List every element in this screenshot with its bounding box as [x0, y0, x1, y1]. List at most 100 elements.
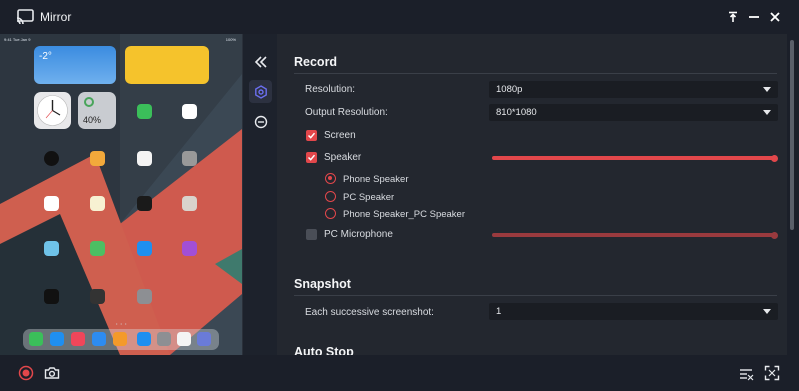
dock-files[interactable] [92, 332, 106, 346]
app-books[interactable] [90, 289, 105, 304]
dock-photos[interactable] [177, 332, 191, 346]
chevron-down-icon [763, 110, 771, 115]
record-button[interactable] [17, 364, 35, 382]
page-indicator: • • • [116, 321, 128, 326]
record-divider [294, 73, 777, 74]
fullscreen-icon [764, 365, 780, 381]
app-reminders[interactable] [44, 196, 59, 211]
app-home[interactable] [90, 151, 105, 166]
chevron-down-icon [763, 87, 771, 92]
pc-microphone-label: PC Microphone [324, 229, 393, 240]
weather-temp: -2° [39, 51, 52, 62]
output-resolution-value: 810*1080 [496, 107, 537, 118]
fullscreen-button[interactable] [763, 364, 781, 382]
radio-both-speakers[interactable] [325, 208, 336, 219]
output-resolution-label: Output Resolution: [305, 107, 388, 118]
dock-books[interactable] [113, 332, 127, 346]
dock-safari[interactable] [50, 332, 64, 346]
window-title: Mirror [40, 10, 72, 24]
screen-checkbox[interactable] [306, 130, 317, 141]
app-tv[interactable] [44, 289, 59, 304]
ios-status-left: 9:41 Tue Jan 9 [4, 37, 31, 42]
minus-button[interactable] [249, 110, 272, 133]
mirror-screen[interactable]: 9:41 Tue Jan 9 100% -2° 40% • • • [0, 34, 242, 355]
resolution-select[interactable]: 1080p [489, 81, 778, 98]
settings-tab[interactable] [249, 80, 272, 103]
radio-both-speakers-label: Phone Speaker_PC Speaker [343, 208, 465, 220]
output-resolution-select[interactable]: 810*1080 [489, 104, 778, 121]
notes-widget[interactable] [125, 46, 209, 84]
settings-panel: Record Resolution: 1080p Output Resoluti… [277, 34, 787, 355]
screen-label: Screen [324, 130, 356, 141]
app-calendar[interactable] [182, 104, 197, 119]
resolution-value: 1080p [496, 84, 523, 95]
dock-settings[interactable] [157, 332, 171, 346]
app-settings[interactable] [137, 289, 152, 304]
ios-status-right: 100% [225, 37, 236, 42]
app-maps[interactable] [44, 241, 59, 256]
settings-icon [254, 84, 267, 99]
dock [23, 329, 219, 350]
app-contacts[interactable] [182, 196, 197, 211]
side-rail [242, 34, 277, 355]
hide-button[interactable] [737, 364, 755, 382]
app-photos[interactable] [137, 151, 152, 166]
successive-screenshot-label: Each successive screenshot: [305, 307, 434, 318]
app-clock[interactable] [44, 151, 59, 166]
resolution-label: Resolution: [305, 84, 356, 95]
app-voice-memos[interactable] [137, 196, 152, 211]
speaker-volume-handle[interactable] [771, 154, 778, 162]
minimize-button[interactable] [746, 9, 761, 24]
cast-icon [16, 9, 34, 25]
successive-screenshot-select[interactable]: 1 [489, 303, 778, 320]
weather-widget[interactable]: -2° [34, 46, 116, 84]
clock-widget[interactable] [34, 92, 71, 129]
minimize-icon [748, 15, 759, 18]
snapshot-divider [294, 295, 777, 296]
microphone-volume-handle[interactable] [771, 231, 778, 239]
camera-icon [44, 367, 60, 379]
record-icon [18, 365, 34, 381]
title-bar: Mirror [0, 0, 799, 34]
app-find-my[interactable] [90, 241, 105, 256]
app-app-store[interactable] [137, 241, 152, 256]
settings-scrollbar[interactable] [790, 40, 794, 230]
radio-phone-speaker-label: Phone Speaker [343, 173, 409, 185]
check-icon [307, 132, 316, 139]
battery-percent: 40% [83, 115, 102, 125]
pin-icon [728, 11, 737, 22]
record-title: Record [294, 55, 338, 69]
pin-button[interactable] [725, 9, 740, 24]
speaker-checkbox[interactable] [306, 152, 317, 163]
chevron-down-icon [763, 309, 771, 314]
dock-app-library[interactable] [197, 332, 211, 346]
battery-widget[interactable]: 40% [78, 92, 116, 129]
dock-music[interactable] [71, 332, 85, 346]
dock-messages[interactable] [29, 332, 43, 346]
auto-stop-title: Auto Stop [294, 345, 354, 355]
battery-ring-icon [84, 97, 94, 107]
snapshot-title: Snapshot [294, 277, 351, 291]
radio-phone-speaker[interactable] [325, 173, 336, 184]
app-camera[interactable] [182, 151, 197, 166]
microphone-volume-slider[interactable] [492, 233, 775, 237]
pc-microphone-checkbox[interactable] [306, 229, 317, 240]
check-icon [307, 154, 316, 161]
speaker-label: Speaker [324, 152, 362, 163]
close-icon [769, 11, 780, 22]
radio-pc-speaker-label: PC Speaker [343, 191, 395, 203]
snapshot-button[interactable] [43, 364, 61, 382]
app-notes[interactable] [90, 196, 105, 211]
successive-screenshot-value: 1 [496, 306, 502, 317]
hide-icon [740, 369, 754, 381]
collapse-button[interactable] [249, 50, 272, 73]
dock-app-store[interactable] [137, 332, 151, 346]
minus-circle-icon [254, 115, 267, 128]
app-facetime[interactable] [137, 104, 152, 119]
bottom-toolbar [0, 355, 799, 391]
close-button[interactable] [767, 9, 782, 24]
radio-pc-speaker[interactable] [325, 191, 336, 202]
app-podcasts[interactable] [182, 241, 197, 256]
clock-face-icon [37, 95, 68, 126]
speaker-volume-slider[interactable] [492, 156, 775, 160]
